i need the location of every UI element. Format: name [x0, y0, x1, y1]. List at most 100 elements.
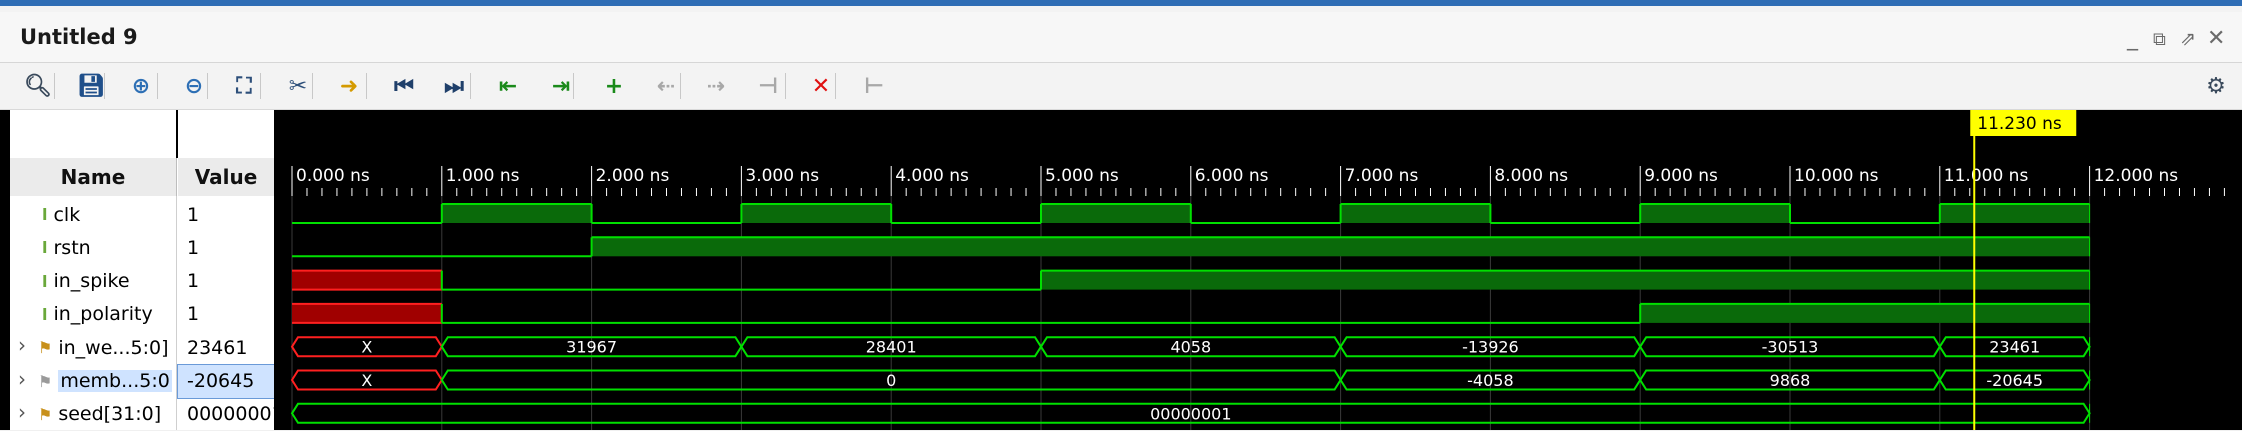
- bus-value-label: -30513: [1762, 338, 1819, 357]
- ruler-tick-label: 2.000 ns: [596, 166, 670, 186]
- signal-name: in_polarity: [53, 303, 153, 326]
- bus-value-label: 23461: [1989, 338, 2040, 357]
- waveform-x-fill: [292, 270, 442, 290]
- waveform-high-fill: [1041, 270, 2090, 290]
- waveform-x-fill: [292, 303, 442, 323]
- signal-row-0[interactable]: ⅼ clk: [10, 198, 176, 231]
- signal-value: 23461: [187, 336, 248, 359]
- ruler-tick-label: 12.000 ns: [2094, 166, 2179, 186]
- signal-row-6[interactable]: › ⚑ seed[31:0]: [10, 398, 176, 431]
- swap-cursors-icon[interactable]: ⊣: [752, 70, 784, 102]
- zoom-fit-icon[interactable]: ⛶: [228, 70, 260, 102]
- signal-row-2[interactable]: ⅼ in_spike: [10, 265, 176, 298]
- add-marker-icon[interactable]: +: [598, 70, 630, 102]
- search-icon[interactable]: 🔍︎: [22, 70, 54, 102]
- waveform-high-fill: [1640, 204, 1790, 223]
- zoom-in-icon[interactable]: ⊕: [125, 70, 157, 102]
- bus-value-label: 0: [886, 371, 896, 390]
- waveform-high-fill: [741, 204, 892, 223]
- save-icon[interactable]: 💾︎: [75, 70, 107, 102]
- waveform-area[interactable]: 0.000 ns 1.000 ns 2.000 ns 3.000 ns 4.000 ns…: [283, 110, 2242, 430]
- signal-value: -20645: [177, 363, 284, 399]
- signal-row-3[interactable]: ⅼ in_polarity: [10, 298, 176, 331]
- window-title: Untitled 9: [20, 25, 138, 49]
- zoom-out-icon[interactable]: ⊖: [178, 70, 210, 102]
- waveform-high-fill: [1640, 303, 2090, 323]
- waveform-high-fill: [1939, 204, 2090, 223]
- ruler-tick-label: 6.000 ns: [1195, 166, 1269, 186]
- signal-list-panel: Name Value ⅼ clk ⅼ rstn ⅼ in_spike ⅼ in_polarit…: [0, 110, 284, 430]
- bus-value-label: X: [361, 371, 372, 390]
- ruler-tick-label: 10.000 ns: [1794, 166, 1879, 186]
- delete-marker-icon[interactable]: ✕: [805, 70, 837, 102]
- bus-signal-icon: ⚑: [38, 371, 53, 391]
- signal-row-1[interactable]: ⅼ rstn: [10, 231, 176, 264]
- signal-value: 1: [187, 203, 200, 226]
- fit-cursors-icon[interactable]: ⊢: [858, 70, 890, 102]
- go-to-start-icon[interactable]: ⏮: [388, 70, 420, 102]
- float-button[interactable]: ⇗: [2180, 28, 2196, 50]
- bus-value-label: -20645: [1986, 371, 2043, 390]
- go-to-time-zero-icon[interactable]: ➜: [333, 70, 365, 102]
- bus-value-label: -13926: [1462, 338, 1519, 357]
- signal-value: 1: [187, 270, 200, 293]
- waveform-high-fill: [1340, 204, 1491, 223]
- go-to-end-icon[interactable]: ⏭: [438, 70, 470, 102]
- signal-name: in_spike: [53, 270, 130, 293]
- bus-signal-icon: ⚑: [38, 404, 53, 424]
- gear-icon[interactable]: ⚙: [2200, 70, 2232, 102]
- waveform-high-fill: [1041, 204, 1191, 223]
- bit-signal-icon: ⅼ: [42, 238, 48, 258]
- minimize-button[interactable]: _: [2127, 26, 2138, 51]
- signal-value: 00000001: [187, 403, 284, 426]
- bus-value-label: 9868: [1770, 371, 1811, 390]
- ruler-tick-label: 5.000 ns: [1045, 166, 1119, 186]
- title-bar: Untitled 9 _ ⧉ ⇗ ✕: [0, 12, 2242, 63]
- ruler-tick-label: 11.000 ns: [1944, 166, 2029, 186]
- ruler-tick-label: 1.000 ns: [446, 166, 520, 186]
- cursor-time-label: 11.230 ns: [1977, 114, 2062, 134]
- bus-value-label: 00000001: [1150, 404, 1231, 423]
- expand-chevron-icon[interactable]: ›: [18, 400, 26, 424]
- signal-name: seed[31:0]: [58, 403, 162, 426]
- bit-signal-icon: ⅼ: [42, 205, 48, 224]
- ruler-tick-label: 9.000 ns: [1644, 166, 1718, 186]
- signal-value: 1: [187, 303, 200, 326]
- waveform-window: Untitled 9 _ ⧉ ⇗ ✕ ⚙ 🔍︎ 💾︎ ⊕ ⊖ ⛶ ✂ ➜ ⏮ ⏭ ⇤ ⇥ + ⇠ ⇢ ⊣ ✕ ⊢…: [0, 0, 2242, 430]
- name-column-header[interactable]: Name: [10, 158, 177, 197]
- bus-value-label: X: [361, 338, 372, 357]
- close-window-button[interactable]: ✕: [2207, 26, 2225, 51]
- waveform-high-fill: [591, 237, 2090, 257]
- ruler-tick-label: 0.000 ns: [296, 166, 370, 186]
- bit-signal-icon: ⅼ: [42, 271, 48, 291]
- waveform-chart[interactable]: 0.000 ns 1.000 ns 2.000 ns 3.000 ns 4.000 ns…: [283, 110, 2242, 430]
- bus-value-label: -4058: [1467, 371, 1514, 390]
- bus-value-label: 4058: [1170, 338, 1211, 357]
- signal-name: clk: [53, 203, 81, 226]
- ruler-tick-label: 4.000 ns: [895, 166, 969, 186]
- bit-signal-icon: ⅼ: [42, 304, 48, 324]
- previous-marker-icon[interactable]: ⇠: [650, 70, 682, 102]
- value-column-header[interactable]: Value: [178, 158, 274, 197]
- ruler-tick-label: 8.000 ns: [1494, 166, 1568, 186]
- waveform-high-fill: [441, 204, 592, 223]
- signal-row-5[interactable]: › ⚑ memb...5:0: [10, 365, 176, 398]
- restore-button[interactable]: ⧉: [2153, 29, 2166, 50]
- ruler-tick-label: 7.000 ns: [1345, 166, 1419, 186]
- name-column: ⅼ clk ⅼ rstn ⅼ in_spike ⅼ in_polarity › ⚑ in_we...…: [10, 196, 177, 430]
- previous-transition-icon[interactable]: ⇤: [492, 70, 524, 102]
- signal-value: 1: [187, 236, 200, 259]
- expand-chevron-icon[interactable]: ›: [18, 367, 26, 391]
- signal-name: memb...5:0: [58, 370, 172, 392]
- signal-row-4[interactable]: › ⚑ in_we...5:0]: [10, 331, 176, 364]
- bus-signal-icon: ⚑: [38, 338, 53, 358]
- toolbar: ⚙ 🔍︎ 💾︎ ⊕ ⊖ ⛶ ✂ ➜ ⏮ ⏭ ⇤ ⇥ + ⇠ ⇢ ⊣ ✕ ⊢: [0, 63, 2242, 110]
- next-marker-icon[interactable]: ⇢: [700, 70, 732, 102]
- panel-splitter[interactable]: [274, 110, 283, 430]
- bus-value-label: 31967: [566, 338, 617, 357]
- expand-chevron-icon[interactable]: ›: [18, 333, 26, 357]
- bus-value-label: 28401: [866, 338, 917, 357]
- cursor-snap-icon[interactable]: ✂: [282, 70, 314, 102]
- value-column: 1 1 1 1 23461 -20645 00000001: [177, 196, 284, 430]
- next-transition-icon[interactable]: ⇥: [545, 70, 577, 102]
